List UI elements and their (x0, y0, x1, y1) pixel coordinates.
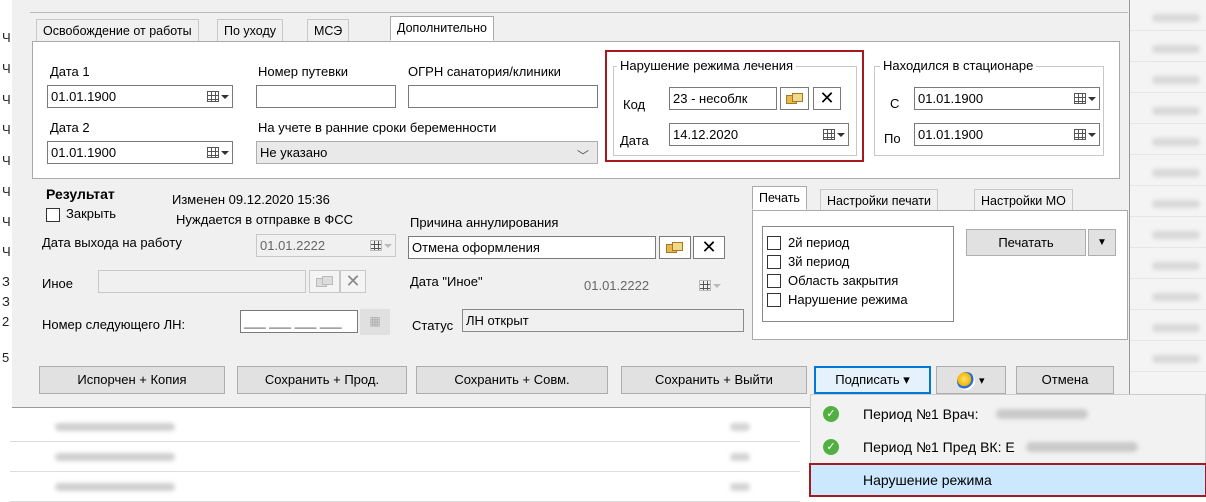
folder-picker-icon (785, 93, 804, 105)
print-dropdown-button[interactable]: ▼ (1088, 229, 1116, 256)
tab-mo-settings[interactable]: Настройки МО (974, 189, 1073, 211)
sign-menu-item-regime-violation[interactable]: Нарушение режима (809, 463, 1206, 497)
save-exit-button[interactable]: Сохранить + Выйти (621, 366, 807, 394)
print-option-label: Нарушение режима (788, 292, 908, 307)
save-combined-button[interactable]: Сохранить + Совм. (416, 366, 608, 394)
redacted-name (1026, 442, 1138, 452)
voucher-field[interactable] (256, 85, 396, 108)
other-label: Иное (42, 276, 73, 291)
sign-menu-item-period1-vk-chair[interactable]: ✓ Период №1 Пред ВК: Е (811, 432, 1206, 463)
return-date-label: Дата выхода на работу (42, 235, 182, 250)
violation-date-field[interactable]: 14.12.2020 (669, 123, 849, 146)
violation-date-label: Дата (620, 133, 649, 148)
close-checkbox-label: Закрыть (66, 206, 117, 221)
result-changed-text: Изменен 09.12.2020 15:36 (172, 192, 330, 207)
chevron-down-icon: ﹀ (576, 149, 589, 163)
signature-ecp-icon (957, 371, 976, 390)
other-clear-button[interactable]: ✕ (340, 270, 366, 293)
status-label: Статус (412, 318, 454, 333)
cancel-reason-field[interactable]: Отмена оформления (408, 236, 656, 259)
tab-print-settings[interactable]: Настройки печати (820, 189, 938, 211)
hospital-group-title: Находился в стационаре (880, 58, 1037, 73)
left-row-markers: Ч Ч Ч Ч Ч Ч Ч Ч З З 2 5 (2, 30, 11, 365)
print-option-label: Область закрытия (788, 273, 899, 288)
tab-mse[interactable]: МСЭ (307, 19, 350, 41)
cancel-reason-label: Причина аннулирования (410, 215, 559, 230)
hospital-to-label: По (884, 131, 901, 146)
other-picker-button[interactable] (309, 270, 340, 293)
close-icon: ✕ (819, 88, 835, 109)
other-field[interactable] (98, 270, 306, 293)
calendar-dropdown-icon[interactable] (1074, 92, 1096, 106)
ogrn-label: ОГРН санатория/клиники (408, 64, 561, 79)
calendar-dropdown-icon[interactable] (207, 146, 229, 160)
other-date-label: Дата "Иное" (410, 274, 483, 289)
chevron-down-icon: ▼ (1097, 237, 1107, 248)
return-date-field[interactable]: 01.01.2222 (256, 234, 396, 257)
other-date-field[interactable]: 01.01.2222 (580, 274, 725, 297)
date1-label: Дата 1 (50, 64, 90, 79)
tab-release-from-work[interactable]: Освобождение от работы (36, 19, 199, 41)
calendar-dropdown-icon[interactable] (1074, 128, 1096, 142)
close-checkbox[interactable] (46, 208, 60, 222)
next-ln-field[interactable]: ___ ___ ___ ___ (240, 310, 358, 333)
save-next-button[interactable]: Сохранить + Прод. (237, 366, 407, 394)
next-ln-picker-button[interactable]: ▦ (360, 309, 390, 335)
date2-label: Дата 2 (50, 120, 90, 135)
print-option-label: 3й период (788, 254, 850, 269)
tab-additional[interactable]: Дополнительно (390, 16, 494, 41)
cancel-reason-picker-button[interactable] (659, 236, 691, 259)
folder-picker-icon (666, 242, 684, 254)
print-option-checkbox-period2[interactable] (767, 236, 781, 250)
check-circle-icon: ✓ (823, 406, 839, 422)
spoiled-copy-button[interactable]: Испорчен + Копия (39, 366, 225, 394)
print-option-checkbox-period3[interactable] (767, 255, 781, 269)
sign-menu-item-period1-doctor[interactable]: ✓ Период №1 Врач: (811, 399, 1206, 430)
folder-picker-icon (315, 276, 334, 288)
code-clear-button[interactable]: ✕ (813, 87, 841, 110)
violation-code-field[interactable]: 23 - несоблк (669, 87, 777, 110)
tab-print[interactable]: Печать (752, 186, 807, 210)
voucher-label: Номер путевки (258, 64, 349, 79)
date2-field[interactable]: 01.01.1900 (47, 141, 233, 164)
print-option-checkbox-closing-area[interactable] (767, 274, 781, 288)
hospital-from-label: С (890, 96, 900, 111)
next-ln-label: Номер следующего ЛН: (42, 317, 186, 332)
result-title: Результат (46, 186, 115, 202)
code-picker-button[interactable] (780, 87, 809, 110)
needs-fss-text: Нуждается в отправке в ФСС (176, 212, 353, 227)
redacted-name (996, 409, 1088, 419)
dialog-top-divider (30, 12, 1128, 13)
sign-button[interactable]: Подписать ▾ (814, 366, 931, 394)
tab-care[interactable]: По уходу (217, 19, 283, 41)
calendar-dropdown-icon[interactable] (699, 279, 721, 293)
ogrn-field[interactable] (408, 85, 598, 108)
pregnancy-select[interactable]: Не указано ﹀ (256, 141, 598, 164)
print-option-checkbox-violation[interactable] (767, 293, 781, 307)
hospital-to-field[interactable]: 01.01.1900 (914, 123, 1100, 146)
cancel-reason-clear-button[interactable]: ✕ (693, 236, 725, 259)
violation-code-label: Код (623, 97, 646, 112)
cancel-button[interactable]: Отмена (1016, 366, 1114, 394)
scan-icon: ▦ (369, 314, 381, 328)
print-option-label: 2й период (788, 235, 850, 250)
ecp-button[interactable]: ▾ (936, 366, 1006, 394)
status-field: ЛН открыт (462, 309, 744, 332)
check-circle-icon: ✓ (823, 439, 839, 455)
background-grid-right (1130, 0, 1206, 400)
close-icon: ✕ (701, 237, 717, 258)
calendar-dropdown-icon[interactable] (207, 90, 229, 104)
print-button[interactable]: Печатать (966, 229, 1086, 256)
pregnancy-label: На учете в ранние сроки беременности (258, 120, 497, 135)
hospital-from-field[interactable]: 01.01.1900 (914, 87, 1100, 110)
close-icon: ✕ (345, 271, 361, 292)
calendar-dropdown-icon[interactable] (823, 128, 845, 142)
violation-group-title: Нарушение режима лечения (617, 58, 797, 73)
sign-dropdown-menu: ✓ Период №1 Врач: ✓ Период №1 Пред ВК: Е… (809, 394, 1206, 497)
date1-field[interactable]: 01.01.1900 (47, 85, 233, 108)
calendar-dropdown-icon[interactable] (370, 239, 392, 253)
